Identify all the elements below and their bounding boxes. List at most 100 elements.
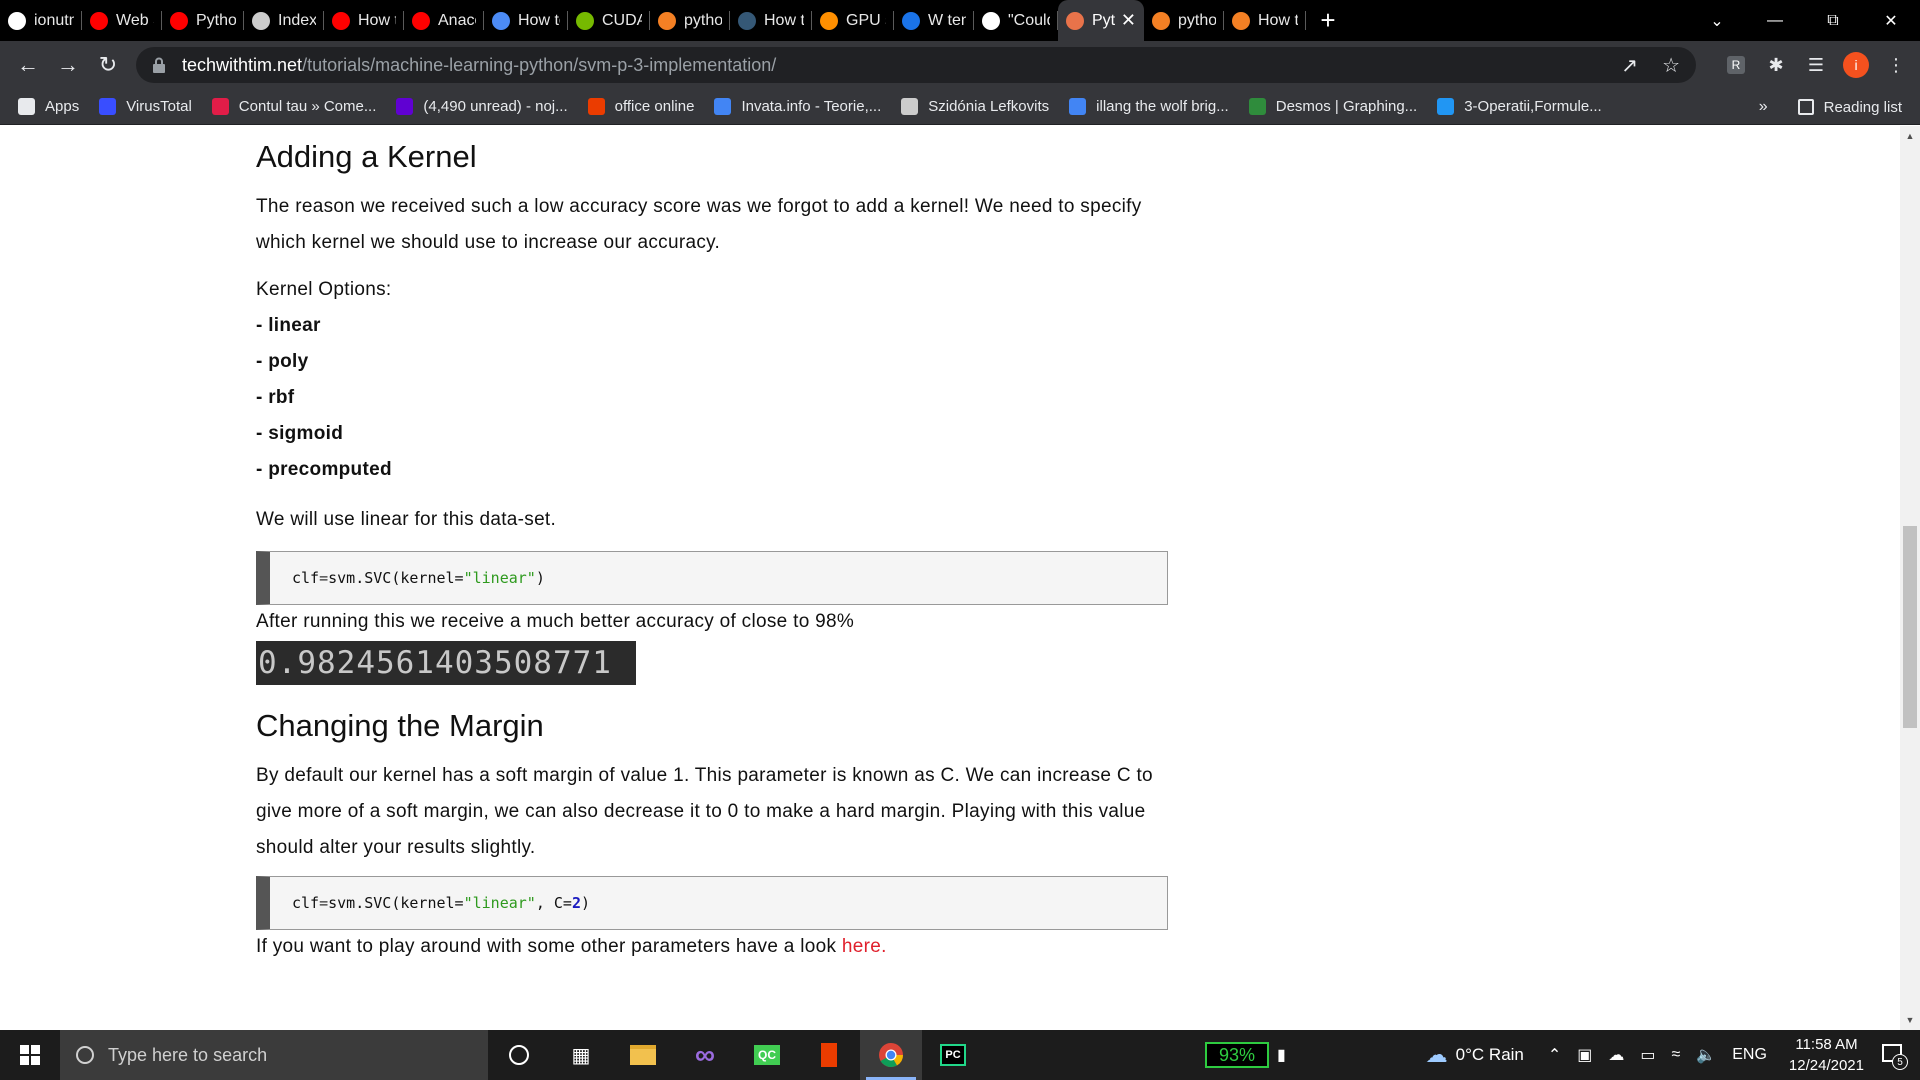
profile-avatar[interactable]: i <box>1836 45 1876 85</box>
taskbar-search-box[interactable]: Type here to search <box>60 1030 488 1080</box>
tab-label: Index o <box>278 11 316 29</box>
bookmark-label: office online <box>614 98 695 115</box>
google-icon <box>714 98 732 115</box>
page-scrollbar[interactable]: ▲ ▼ <box>1900 126 1920 1030</box>
code-token: , C= <box>535 894 572 912</box>
media-control-icon[interactable]: ☰ <box>1796 45 1836 85</box>
browser-tab[interactable]: How to <box>484 0 568 41</box>
browser-tab[interactable]: CUDA T <box>568 0 650 41</box>
office-icon <box>587 98 605 115</box>
browser-tab[interactable]: How to <box>324 0 404 41</box>
browser-tab[interactable]: How to <box>730 0 812 41</box>
paragraph-use-linear: We will use linear for this data-set. <box>256 509 557 530</box>
browser-tab[interactable]: How to <box>1224 0 1306 41</box>
bookmark-label: (4,490 unread) - noj... <box>423 98 568 115</box>
kernel-option: - sigmoid <box>256 423 344 444</box>
bookmark-item[interactable]: Invata.info - Teorie,... <box>714 98 881 115</box>
browser-tab[interactable]: Index o <box>244 0 324 41</box>
volume-icon[interactable]: 🔈 <box>1696 1045 1716 1065</box>
tabs-list: ionutnc Web Sc Python Index o How to Anacon Ho… <box>0 0 1306 41</box>
google-icon <box>1069 98 1087 115</box>
extension-r-icon[interactable]: R <box>1716 45 1756 85</box>
cortana-icon[interactable] <box>488 1030 550 1080</box>
scrollbar-thumb[interactable] <box>1903 526 1917 728</box>
notification-center-icon[interactable]: 5 <box>1878 1040 1908 1070</box>
extensions-puzzle-icon[interactable]: ✱ <box>1756 45 1796 85</box>
visual-studio-icon[interactable]: ∞ <box>674 1030 736 1080</box>
qt-creator-icon[interactable]: QC <box>736 1030 798 1080</box>
accuracy-output-image: 0.9824561403508771 <box>256 641 636 685</box>
scroll-up-arrow-icon[interactable]: ▲ <box>1900 128 1920 144</box>
bookmark-item[interactable]: Apps <box>18 98 79 115</box>
browser-tab[interactable]: Anacon <box>404 0 484 41</box>
browser-tab[interactable]: GPU su <box>812 0 894 41</box>
tab-search-chevron-icon[interactable]: ⌄ <box>1688 0 1746 41</box>
browser-tab[interactable]: Web Sc <box>82 0 162 41</box>
code-token: svm.SVC(kernel= <box>328 569 464 587</box>
bookmark-item[interactable]: Contul tau » Come... <box>211 98 376 115</box>
language-indicator[interactable]: ENG <box>1732 1046 1767 1064</box>
tab-label: Anacon <box>438 11 476 29</box>
forward-button[interactable]: → <box>48 45 88 85</box>
bookmark-item[interactable]: Desmos | Graphing... <box>1248 98 1417 115</box>
paragraph-margin: By default our kernel has a soft margin … <box>256 765 1153 858</box>
stackoverflow-icon <box>658 11 676 30</box>
bookmark-item[interactable]: office online <box>587 98 695 115</box>
code-block-2[interactable]: clf = svm.SVC(kernel= "linear", C= 2) <box>256 876 1168 930</box>
chrome-icon[interactable] <box>860 1030 922 1080</box>
browser-tab[interactable]: python <box>1144 0 1224 41</box>
bookmark-label: illang the wolf brig... <box>1096 98 1229 115</box>
office-icon[interactable] <box>798 1030 860 1080</box>
emag-icon <box>211 98 229 115</box>
battery-tray-icon[interactable]: ▭ <box>1640 1045 1655 1065</box>
bookmark-item[interactable]: Szidónia Lefkovits <box>901 98 1049 115</box>
bookmark-item[interactable]: 3-Operatii,Formule... <box>1437 98 1602 115</box>
restore-button[interactable]: ⧉ <box>1804 0 1862 41</box>
browser-tab[interactable]: W tens <box>894 0 974 41</box>
tab-strip: ionutnc Web Sc Python Index o How to Anacon Ho… <box>0 0 1920 41</box>
minimize-button[interactable]: — <box>1746 0 1804 41</box>
browser-tab[interactable]: ionutnc <box>0 0 82 41</box>
wifi-icon[interactable]: ≈ <box>1672 1046 1681 1064</box>
pycharm-icon[interactable]: PC <box>922 1030 984 1080</box>
back-button[interactable]: ← <box>8 45 48 85</box>
reload-button[interactable]: ↻ <box>88 45 128 85</box>
bookmark-star-icon[interactable]: ☆ <box>1662 53 1680 78</box>
bookmark-item[interactable]: VirusTotal <box>99 98 192 115</box>
code-block-1[interactable]: clf = svm.SVC(kernel= "linear") <box>256 551 1168 605</box>
scroll-down-arrow-icon[interactable]: ▼ <box>1900 1012 1920 1028</box>
show-hidden-icons-chevron-icon[interactable]: ⌃ <box>1548 1045 1561 1065</box>
tds-icon <box>738 11 756 30</box>
weather-text[interactable]: 0°C Rain <box>1456 1045 1524 1065</box>
weather-cloud-icon[interactable]: ☁ <box>1426 1042 1448 1068</box>
onedrive-icon[interactable]: ☁ <box>1608 1045 1624 1065</box>
share-icon[interactable]: ↗ <box>1621 53 1638 78</box>
browser-tab[interactable]: python <box>650 0 730 41</box>
code-number: 2 <box>571 894 581 912</box>
code-token: = <box>319 894 329 912</box>
address-bar[interactable]: techwithtim.net/tutorials/machine-learni… <box>136 47 1696 83</box>
bookmark-item[interactable]: illang the wolf brig... <box>1069 98 1229 115</box>
browser-tab[interactable]: Python <box>162 0 244 41</box>
reading-list-button[interactable]: Reading list <box>1824 99 1902 116</box>
browser-tab[interactable]: "Could <box>974 0 1058 41</box>
close-tab-icon[interactable]: ✕ <box>1115 10 1136 31</box>
tab-label: Web Sc <box>116 11 154 29</box>
bookmark-item[interactable]: (4,490 unread) - noj... <box>396 98 568 115</box>
code-string: "linear" <box>463 894 536 912</box>
meet-now-icon[interactable]: ▣ <box>1577 1045 1592 1065</box>
close-window-button[interactable]: ✕ <box>1862 0 1920 41</box>
page-content: Adding a Kernel The reason we received s… <box>0 126 1900 1030</box>
menu-kebab-icon[interactable]: ⋮ <box>1876 45 1916 85</box>
globe-icon <box>901 98 919 115</box>
new-tab-button[interactable]: + <box>1306 0 1350 41</box>
here-link[interactable]: here. <box>842 936 887 957</box>
clock[interactable]: 11:58 AM 12/24/2021 <box>1789 1034 1864 1076</box>
kernel-options-list: - linear - poly - rbf - sigmoid - precompute… <box>256 308 392 488</box>
browser-tab[interactable]: Pyt ✕ <box>1058 0 1144 41</box>
file-explorer-icon[interactable] <box>612 1030 674 1080</box>
start-button[interactable] <box>0 1030 60 1080</box>
task-view-icon[interactable]: ▦ <box>550 1030 612 1080</box>
bookmarks-overflow-button[interactable]: » <box>1759 98 1768 116</box>
bookmark-label: Invata.info - Teorie,... <box>741 98 882 115</box>
